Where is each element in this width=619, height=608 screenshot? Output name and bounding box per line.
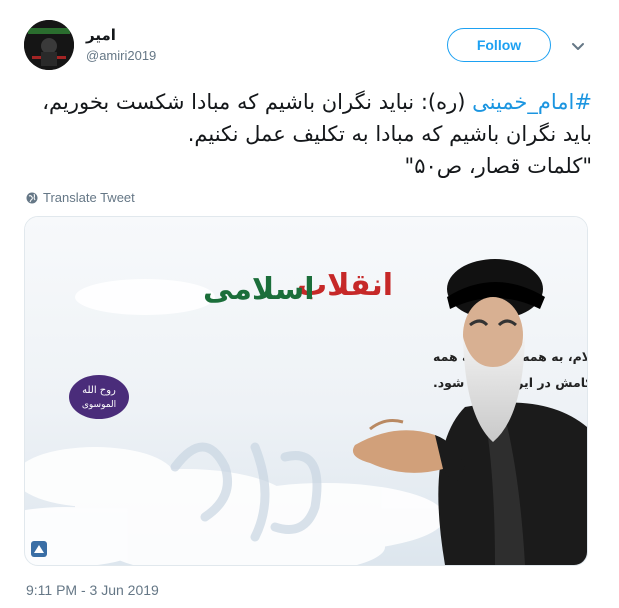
- follow-button[interactable]: Follow: [447, 28, 551, 62]
- tweet-line-2: باید نگران باشیم که مبادا به تکلیف عمل ن…: [187, 122, 592, 146]
- avatar-image: [24, 20, 74, 70]
- tweet-text: #امام_خمینی (ره): نباید نگران باشیم که م…: [24, 86, 592, 182]
- corner-logo-icon: [31, 541, 47, 557]
- author-handle[interactable]: @amiri2019: [86, 48, 156, 63]
- tweet-timestamp[interactable]: 9:11 PM - 3 Jun 2019: [26, 582, 159, 598]
- globe-icon: [26, 192, 38, 203]
- tweet-media-image[interactable]: انقلاب اسلامی پیروزی نمایی وقتی است که ا…: [24, 216, 588, 566]
- svg-text:الموسوی: الموسوی: [82, 400, 116, 410]
- svg-text:روح الله: روح الله: [82, 385, 116, 396]
- media-illustration: انقلاب اسلامی پیروزی نمایی وقتی است که ا…: [25, 217, 587, 565]
- tweet-line-3: "کلمات قصار، ص۵۰": [404, 154, 592, 178]
- translate-tweet-link[interactable]: Translate Tweet: [26, 190, 135, 205]
- tweet-line-1-text: (ره): نباید نگران باشیم که مبادا شکست بخ…: [42, 90, 473, 114]
- author-display-name[interactable]: امیر: [86, 26, 116, 44]
- tweet-line-1: #امام_خمینی (ره): نباید نگران باشیم که م…: [24, 86, 592, 118]
- signature-seal: روح الله الموسوی: [69, 375, 129, 419]
- hashtag-link[interactable]: #امام_خمینی: [472, 90, 592, 114]
- chevron-down-icon[interactable]: [570, 38, 586, 54]
- avatar[interactable]: [24, 20, 74, 70]
- media-title-green: اسلامی: [203, 272, 315, 307]
- translate-tweet-label: Translate Tweet: [43, 190, 135, 205]
